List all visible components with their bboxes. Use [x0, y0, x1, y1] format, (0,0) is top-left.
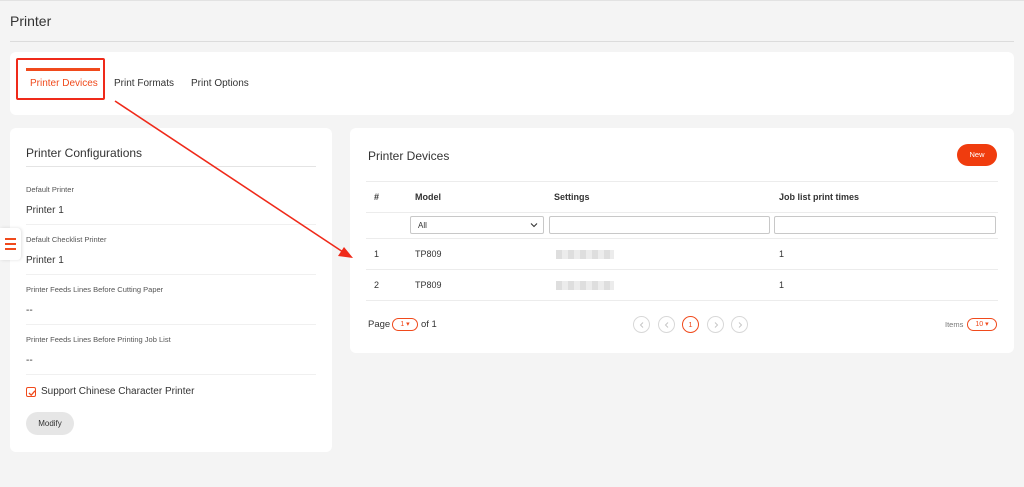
prev-page-button[interactable]: [658, 316, 675, 333]
page-1-button[interactable]: 1: [682, 316, 699, 333]
table-top-divider: [366, 181, 998, 182]
feed-lines-cutting-label: Printer Feeds Lines Before Cutting Paper: [26, 285, 164, 294]
checkmark-icon: [28, 390, 36, 397]
page-number-select[interactable]: 1 ▾: [392, 318, 418, 331]
field-divider: [26, 274, 316, 275]
feed-lines-cutting-value: --: [26, 305, 33, 316]
tab-print-formats[interactable]: Print Formats: [114, 78, 174, 89]
settings-filter-input[interactable]: [549, 216, 770, 234]
items-label: Items: [945, 320, 964, 329]
chevron-down-icon: ▾: [985, 321, 989, 328]
row-1-model: TP809: [415, 249, 442, 259]
configurations-title: Printer Configurations: [26, 146, 143, 160]
default-printer-value: Printer 1: [26, 205, 64, 216]
column-header-number: #: [374, 192, 380, 202]
field-divider: [26, 374, 316, 375]
modify-button[interactable]: Modify: [26, 412, 74, 435]
default-checklist-printer-label: Default Checklist Printer: [26, 235, 107, 244]
chevron-down-icon: [530, 223, 538, 228]
row-2-job-times: 1: [779, 280, 785, 290]
tabs-card: Printer Devices Print Formats Print Opti…: [10, 52, 1014, 115]
header-divider: [366, 212, 998, 213]
sidebar-toggle[interactable]: [0, 228, 21, 260]
page-title: Printer: [10, 13, 52, 29]
field-divider: [26, 324, 316, 325]
row-1-settings-redacted: [556, 250, 614, 259]
feed-lines-job-list-value: --: [26, 355, 33, 366]
default-checklist-printer-value: Printer 1: [26, 255, 64, 266]
devices-title: Printer Devices: [368, 149, 450, 163]
page-size-select[interactable]: 10 ▾: [967, 318, 997, 331]
model-filter-select[interactable]: All: [410, 216, 544, 234]
next-page-button[interactable]: [707, 316, 724, 333]
row-divider: [366, 300, 998, 301]
first-page-icon: [639, 322, 644, 328]
field-divider: [26, 224, 316, 225]
first-page-button[interactable]: [633, 316, 650, 333]
row-divider: [366, 269, 998, 270]
tab-print-options[interactable]: Print Options: [191, 78, 249, 89]
printer-devices-card: Printer Devices New # Model Settings Job…: [350, 128, 1014, 353]
row-1-job-times: 1: [779, 249, 785, 259]
default-printer-label: Default Printer: [26, 185, 74, 194]
page-label: Page: [368, 319, 391, 330]
top-divider: [0, 0, 1024, 1]
prev-page-icon: [664, 322, 669, 328]
last-page-button[interactable]: [731, 316, 748, 333]
new-device-button[interactable]: New: [957, 144, 997, 166]
page-size-value: 10: [975, 321, 984, 328]
row-2-number: 2: [374, 280, 380, 290]
chinese-printer-label: Support Chinese Character Printer: [41, 386, 195, 397]
title-divider: [10, 41, 1014, 42]
row-2-settings-redacted: [556, 281, 614, 290]
row-2-model: TP809: [415, 280, 442, 290]
model-filter-value: All: [418, 221, 427, 230]
next-page-icon: [714, 322, 719, 328]
printer-configurations-card: Printer Configurations Default Printer P…: [10, 128, 332, 452]
chevron-down-icon: ▾: [406, 321, 410, 328]
filter-divider: [366, 238, 998, 239]
active-tab-indicator: [26, 68, 100, 71]
feed-lines-job-list-label: Printer Feeds Lines Before Printing Job …: [26, 335, 171, 344]
job-times-filter-input[interactable]: [774, 216, 996, 234]
configurations-divider: [26, 166, 316, 167]
row-1-number: 1: [374, 249, 380, 259]
page-number-value: 1: [400, 321, 405, 328]
tab-printer-devices[interactable]: Printer Devices: [30, 78, 98, 89]
column-header-model: Model: [415, 192, 441, 202]
column-header-settings: Settings: [554, 192, 590, 202]
page-of-total: of 1: [421, 319, 437, 330]
chinese-printer-checkbox[interactable]: [26, 387, 36, 397]
last-page-icon: [738, 322, 743, 328]
column-header-job-list-times: Job list print times: [779, 192, 860, 202]
